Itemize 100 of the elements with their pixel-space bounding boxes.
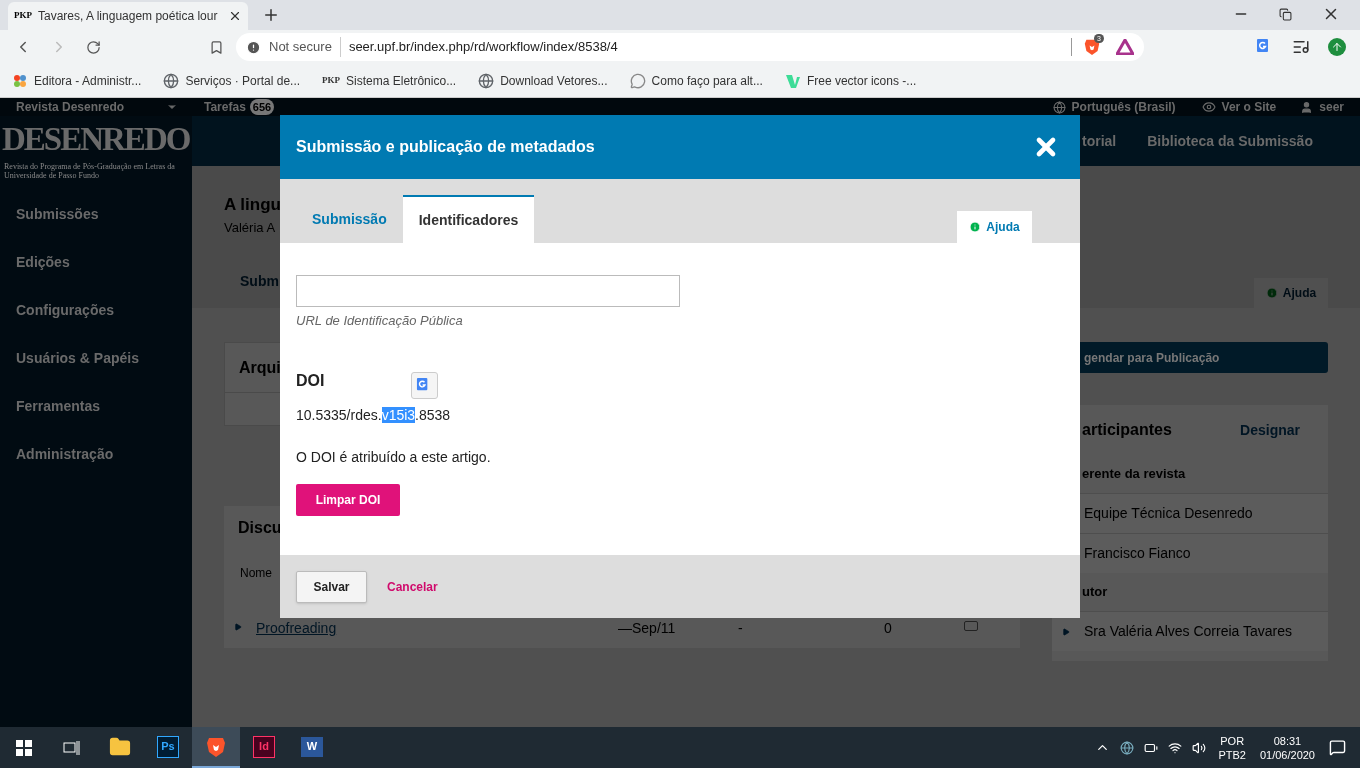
doi-note: O DOI é atribuído a este artigo. [296, 447, 491, 467]
eye-icon [1201, 100, 1216, 114]
logo-title: DESENREDO [2, 120, 190, 158]
bookmark-label: Serviços · Portal de... [185, 72, 301, 90]
favicon: PKP [14, 9, 32, 23]
app-logo: Ps [157, 735, 179, 758]
info-icon [969, 221, 982, 233]
column-header: Nome [240, 565, 272, 582]
wifi-icon[interactable] [1168, 740, 1183, 755]
view-site-link[interactable]: Ver o Site [1221, 98, 1277, 116]
bookmark-item[interactable]: Serviços · Portal de... [163, 71, 301, 90]
nav-link[interactable]: Biblioteca da Submissão [1147, 130, 1313, 152]
bookmark-label: Download Vetores... [500, 72, 608, 90]
table-cell-text: - [738, 619, 744, 638]
sidebar-item[interactable]: Administração [0, 444, 192, 492]
restore-icon[interactable] [1279, 8, 1292, 21]
security-label: Not secure [269, 37, 341, 57]
tasks-link[interactable]: Tarefas [204, 98, 246, 116]
panel-title: articipantes [1082, 420, 1172, 440]
globe-icon [163, 72, 180, 89]
language-indicator[interactable]: POR PTB2 [1218, 733, 1246, 762]
nav-link[interactable]: torial [1082, 130, 1117, 152]
favicon: PKP [322, 73, 341, 87]
save-button[interactable]: Salvar [296, 570, 367, 603]
card-title: Arqui [239, 357, 281, 378]
card-title: Discu [238, 518, 282, 538]
journal-menu[interactable]: Revista Desenredo [16, 98, 166, 116]
chat-icon [629, 72, 646, 89]
author-name: Valéria A [224, 218, 276, 237]
update-icon[interactable] [1328, 38, 1346, 56]
dialog-title: Submissão e publicação de metadados [296, 137, 596, 157]
globe-icon[interactable] [1120, 740, 1135, 755]
taskbar-app[interactable]: W [288, 727, 336, 768]
clear-doi-button[interactable]: Limpar DOI [296, 483, 400, 516]
sidebar-item[interactable]: Submissões [0, 204, 192, 252]
tab[interactable]: Identificadores [402, 195, 535, 243]
sidebar-item[interactable]: Configurações [0, 300, 192, 348]
file-link[interactable]: Proofreading [256, 618, 618, 639]
triangle-icon[interactable] [1116, 39, 1134, 55]
caret-icon [1062, 627, 1070, 636]
doi-value: 10.5335/rdes.v15i3.8538 [296, 406, 451, 423]
user-icon [1300, 100, 1314, 114]
task-view-icon [63, 739, 81, 756]
reload-icon[interactable] [86, 39, 101, 55]
field-label: URL de Identificação Pública [296, 312, 463, 330]
bookmark-label: Editora - Administr... [34, 72, 142, 90]
windows-icon [16, 739, 32, 756]
url-field[interactable] [296, 275, 680, 307]
speaker-icon[interactable] [1192, 740, 1207, 755]
user-menu[interactable]: seer [1319, 98, 1344, 116]
bookmark-item[interactable]: PKP Sistema Eletrônico... [322, 71, 457, 90]
taskbar-app[interactable]: Ps [144, 727, 192, 768]
url-text: seer.upf.br/index.php/rd/workflow/index/8538/4 [348, 38, 619, 57]
logo-subtitle: Revista do Programa de Pós-Graduação em Letras da Universidade de Passo Fundo [3, 162, 176, 180]
tab[interactable]: Subm [240, 271, 279, 292]
clock[interactable]: 08:31 01/06/2020 [1259, 733, 1315, 762]
caret-icon[interactable] [234, 623, 242, 631]
bookmark-label: Sistema Eletrônico... [346, 72, 457, 90]
help-button[interactable]: Ajuda [957, 211, 1032, 243]
group-title: erente da revista [1082, 465, 1186, 484]
participant-row[interactable]: Sra Valéria Alves Correia Tavares [1052, 611, 1328, 651]
sidebar-item[interactable]: Edições [0, 252, 192, 300]
table-cell-text: 0 [884, 619, 893, 638]
tab[interactable]: Submissão [296, 195, 403, 243]
folder-icon [109, 735, 131, 758]
globe-icon [478, 72, 495, 89]
language-menu[interactable]: Português (Brasil) [1071, 98, 1176, 116]
browser-tab[interactable]: PKP Tavares, A linguagem poética lour [8, 2, 248, 30]
section-heading: DOI [296, 370, 325, 391]
bookmark-item[interactable]: Como faço para alt... [629, 71, 763, 90]
group-title: utor [1082, 583, 1108, 602]
bookmark-label: Free vector icons -... [806, 72, 917, 90]
media-icon[interactable] [1292, 38, 1310, 56]
sidebar-item[interactable]: Usuários & Papéis [0, 348, 192, 396]
bookmark-label: Como faço para alt... [651, 72, 763, 90]
count-badge: 656 [249, 98, 275, 116]
tab-title: Tavares, A linguagem poética lour [38, 8, 219, 25]
bookmark-item[interactable]: Editora - Administr... [12, 71, 142, 90]
help-tab[interactable]: Ajuda [1254, 278, 1328, 308]
notification-icon[interactable] [1329, 739, 1346, 756]
cancel-link[interactable]: Cancelar [387, 577, 438, 596]
new-tab-icon[interactable] [262, 6, 280, 24]
lion-icon[interactable] [1084, 38, 1100, 56]
checkbox[interactable] [964, 621, 978, 631]
warning-icon [246, 39, 261, 55]
close-icon[interactable] [228, 9, 242, 23]
leaf-icon [784, 72, 801, 89]
sidebar-item[interactable]: Ferramentas [0, 396, 192, 444]
app-logo: W [301, 736, 323, 757]
bookmark-icon[interactable] [209, 39, 224, 55]
page-title: A lingu [224, 194, 281, 216]
bookmark-item[interactable]: Free vector icons -... [784, 71, 917, 90]
assign-link[interactable]: Designar [1240, 419, 1300, 441]
flower-icon [12, 72, 28, 89]
globe-icon [1052, 100, 1066, 114]
taskbar-app[interactable]: Id [240, 727, 288, 768]
table-cell-text: —Sep/11 [618, 619, 677, 638]
lion-icon [206, 735, 226, 758]
translate-popup[interactable] [411, 371, 438, 399]
bookmark-item[interactable]: Download Vetores... [478, 71, 608, 90]
